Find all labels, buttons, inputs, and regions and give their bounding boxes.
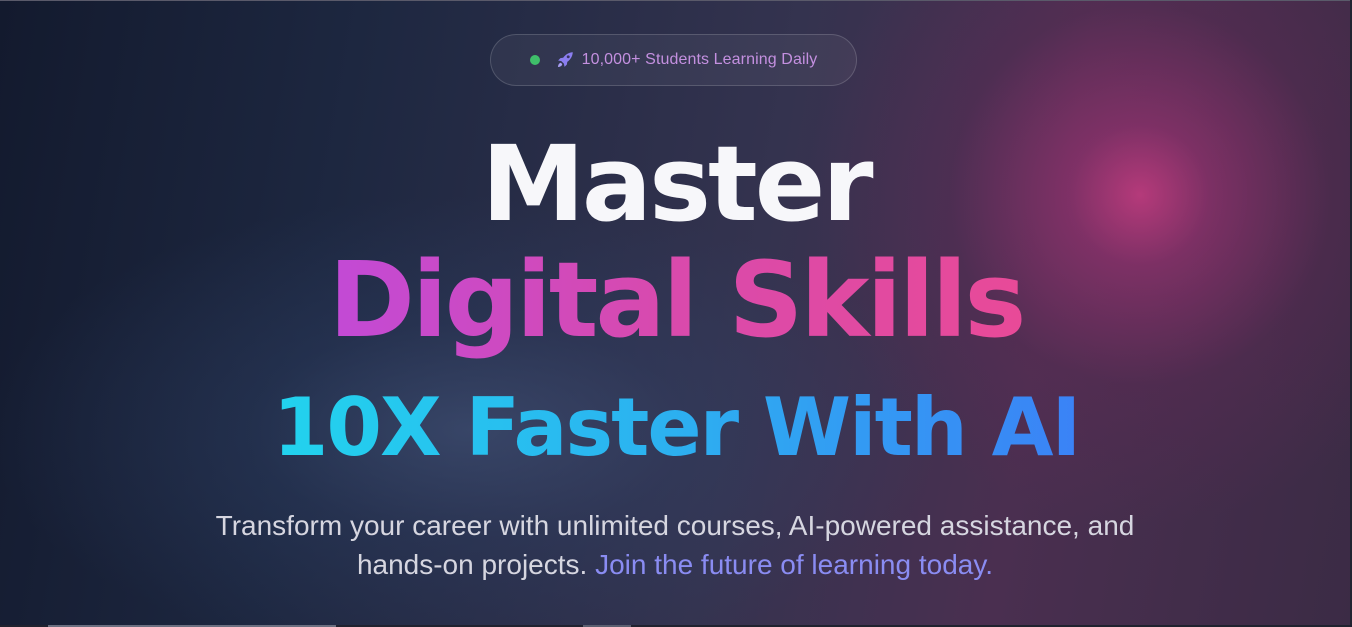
rocket-icon: [554, 49, 576, 71]
status-dot: [529, 55, 540, 65]
window-top-border: [0, 0, 1352, 1]
headline-faster-with-ai-text: 10X Faster With AI: [272, 381, 1082, 474]
subtitle-highlight: Join the future of learning today.: [595, 549, 994, 580]
headline-master: Master: [481, 123, 873, 245]
headline-digital-skills-text: Digital Skills: [328, 239, 1027, 361]
headline-faster-with-ai: 10X Faster With AI: [0, 380, 1352, 476]
hero-subtitle: Transform your career with unlimited cou…: [170, 506, 1180, 584]
headline-digital-skills: Digital Skills: [0, 240, 1352, 360]
students-badge: 10,000+ Students Learning Daily: [490, 34, 857, 86]
badge-label: 10,000+ Students Learning Daily: [581, 51, 818, 68]
